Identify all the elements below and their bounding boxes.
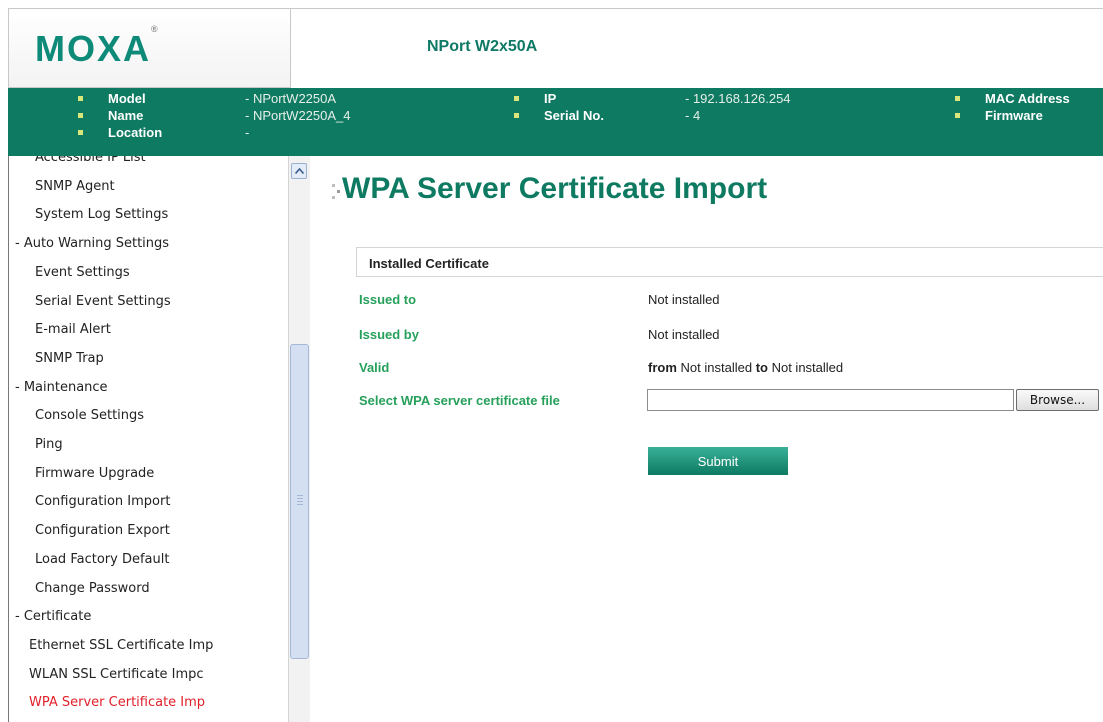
chevron-up-icon (295, 168, 304, 174)
sidebar-item[interactable]: SNMP Trap (35, 349, 104, 369)
mac-label: MAC Address (985, 91, 1070, 106)
scroll-thumb[interactable] (290, 344, 309, 659)
valid-from-value: Not installed (680, 360, 753, 375)
name-label: Name (108, 108, 144, 123)
ip-label: IP (544, 91, 557, 106)
scroll-up-button[interactable] (291, 163, 307, 179)
valid-to-value: Not installed (771, 360, 844, 375)
bullet-icon (514, 113, 519, 118)
registered-mark: ® (151, 24, 160, 34)
sidebar-item[interactable]: System Log Settings (35, 205, 168, 225)
grip-icon (297, 495, 303, 507)
sidebar-item[interactable]: WPA Server Certificate Imp (29, 693, 205, 713)
ip-value: - 192.168.126.254 (685, 91, 791, 106)
sidebar-scrollbar[interactable] (288, 156, 310, 722)
sidebar-item[interactable]: Configuration Export (35, 521, 170, 541)
valid-value: from Not installed to Not installed (648, 360, 843, 375)
valid-to-word: to (755, 360, 768, 375)
sidebar-item[interactable]: Ethernet SSL Certificate Imp (29, 636, 213, 656)
sidebar-item[interactable]: Configuration Import (35, 492, 170, 512)
sidebar-item[interactable]: Serial Event Settings (35, 292, 171, 312)
sidebar-item[interactable]: Console Settings (35, 406, 144, 426)
browse-button[interactable]: Browse... (1016, 389, 1099, 411)
issued-by-label: Issued by (359, 327, 419, 342)
valid-label: Valid (359, 360, 390, 375)
device-info-bar: Model - NPortW2250A Name - NPortW2250A_4… (8, 88, 1103, 156)
logo-area: MOXA® (8, 8, 291, 88)
sidebar-item[interactable]: Ping (35, 435, 63, 455)
name-value: - NPortW2250A_4 (245, 108, 351, 123)
product-name: NPort W2x50A (427, 38, 538, 55)
sidebar-item[interactable]: Change Password (35, 579, 150, 599)
sidebar-item[interactable]: E-mail Alert (35, 320, 111, 340)
sidebar-item[interactable]: - Auto Warning Settings (15, 234, 169, 254)
submit-button[interactable]: Submit (648, 447, 788, 475)
bullet-icon (78, 130, 83, 135)
main-content: WPA Server Certificate Import Installed … (312, 156, 1103, 722)
serial-value: - 4 (685, 108, 701, 123)
sidebar-item[interactable]: Event Settings (35, 263, 130, 283)
bullet-icon (514, 96, 519, 101)
bullet-icon (78, 96, 83, 101)
top-header: MOXA® NPort W2x50A (0, 0, 1103, 88)
location-value: - (245, 125, 250, 140)
sidebar-item[interactable]: Firmware Upgrade (35, 464, 154, 484)
sidebar-item[interactable]: Load Factory Default (35, 550, 169, 570)
moxa-logo: MOXA® (35, 24, 160, 70)
issued-to-value: Not installed (648, 292, 720, 307)
issued-to-label: Issued to (359, 292, 417, 307)
bullet-icon (78, 113, 83, 118)
sidebar-nav: Accessible IP List SNMP Agent System Log S… (8, 156, 288, 722)
firmware-label: Firmware (985, 108, 1043, 123)
model-value: - NPortW2250A (245, 91, 337, 106)
select-file-label: Select WPA server certificate file (359, 393, 560, 408)
valid-from-word: from (648, 360, 677, 375)
serial-label: Serial No. (544, 108, 604, 123)
sidebar-item[interactable]: SNMP Agent (35, 177, 115, 197)
location-label: Location (108, 125, 163, 140)
sidebar-item[interactable]: - Certificate (15, 607, 91, 627)
logo-text: MOXA (35, 28, 151, 69)
product-area: NPort W2x50A (291, 8, 1103, 88)
sidebar-item[interactable]: WLAN SSL Certificate Impc (29, 665, 204, 685)
bullet-icon (955, 113, 960, 118)
sidebar-item[interactable]: - Maintenance (15, 378, 108, 398)
certificate-file-input[interactable] (647, 389, 1014, 411)
page-title: WPA Server Certificate Import (342, 172, 768, 205)
issued-by-value: Not installed (648, 327, 720, 342)
model-label: Model (108, 91, 146, 106)
section-header: Installed Certificate (356, 247, 1103, 277)
bullet-icon (955, 96, 960, 101)
sidebar-item[interactable]: Accessible IP List (35, 156, 146, 168)
